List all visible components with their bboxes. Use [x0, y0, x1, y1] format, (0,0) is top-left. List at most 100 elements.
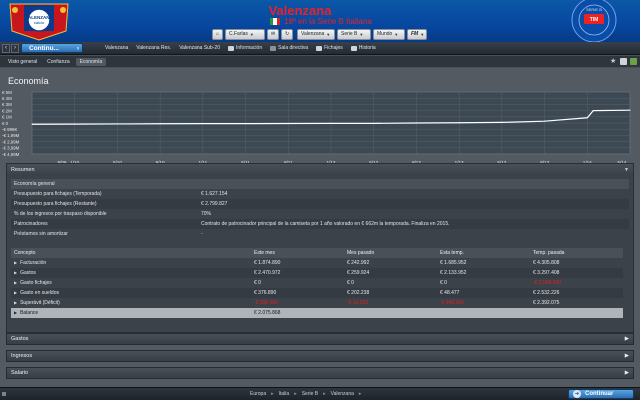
triangle-right-icon: ▶	[14, 290, 18, 295]
transfers-icon	[316, 45, 323, 51]
concept-label: Superávit (Déficit)	[20, 300, 60, 306]
team-selector[interactable]: Valenzana ▼	[297, 28, 335, 40]
svg-text:SERIE B: SERIE B	[586, 7, 602, 12]
nav-link-fichajes[interactable]: Fichajes	[316, 45, 343, 51]
fm-menu-button[interactable]: FM ▼	[407, 28, 427, 40]
world-selector[interactable]: Mundo ▼	[373, 28, 405, 40]
league-position: 18º en la Serie B Italiana	[284, 17, 372, 26]
star-icon[interactable]: ★	[610, 58, 617, 65]
y-tick-label: € 0	[2, 121, 9, 126]
list-item: Préstamos sin amortizar -	[11, 229, 629, 239]
main-content: Economía € 5M € 4M € 3M € 2M € 1M € 0 -€ 999K -…	[0, 68, 640, 388]
general-economy-list: Economía general Presupuesto para fichaj…	[11, 179, 629, 239]
y-tick-label: -€ 3,99M	[2, 146, 20, 151]
y-tick-label: -€ 1,99M	[2, 133, 20, 138]
league-selector[interactable]: Serie B ▼	[337, 28, 371, 40]
section-title: Gastos	[11, 336, 29, 342]
column-header[interactable]: Temp. pasada	[530, 248, 623, 258]
chevron-right-icon: ›	[76, 44, 79, 52]
breadcrumb-item[interactable]: Valenzana	[331, 391, 354, 397]
list-item: Patrocinadores Contrato de patrocinador p…	[11, 219, 629, 229]
value-cell: € 2.470.972	[251, 268, 344, 278]
chevron-right-icon: ▶	[624, 353, 629, 359]
chevron-down-icon: ▼	[249, 31, 254, 37]
manager-name: C.Farlas	[229, 31, 248, 37]
nav-link-historia[interactable]: Historia	[350, 45, 376, 51]
row-label: Patrocinadores	[14, 221, 48, 227]
chart-point	[586, 117, 588, 119]
column-header[interactable]: Concepto	[11, 248, 251, 258]
serie-b-logo: TIM SERIE B	[571, 0, 617, 42]
concept-label: Balance	[20, 310, 39, 316]
nav-link-valenzana[interactable]: Valenzana	[105, 45, 128, 51]
row-value: -	[201, 231, 203, 237]
continue-button[interactable]: Continu... ›	[21, 43, 83, 53]
row-label: Presupuesto para fichajes (Temporada)	[14, 191, 102, 197]
print-icon[interactable]	[620, 58, 627, 65]
continue-label: Continu...	[29, 44, 59, 52]
nav-link-label: Sala directiva	[278, 45, 309, 51]
nav-link-valenzana-sub20[interactable]: Valenzana Sub-20	[179, 45, 220, 51]
list-item: Presupuesto para fichajes (Restante) € 2.…	[11, 199, 629, 209]
nav-link-informacion[interactable]: Información	[227, 45, 262, 51]
value-cell: € 1.685.952	[440, 260, 467, 266]
section-gastos[interactable]: Gastos ▶	[6, 333, 634, 345]
chart-point	[202, 123, 204, 125]
chart-point	[592, 110, 594, 112]
table-row[interactable]: ▶ Gasto fichajes € 0 € 0 € 0 -€ 2.048.000	[11, 278, 623, 288]
triangle-right-icon: ▶	[14, 270, 18, 275]
refresh-icon[interactable]	[630, 58, 637, 65]
tab-economia[interactable]: Economía	[75, 57, 107, 66]
chart-point	[74, 123, 76, 125]
sub-nav-bar: Visto general Confianza Economía ★	[0, 56, 640, 67]
nav-link-valenzana-res[interactable]: Valenzana Res.	[136, 45, 171, 51]
value-cell: € 0	[347, 280, 354, 286]
column-header[interactable]: Mes pasado	[344, 248, 437, 258]
section-title: Ingresos	[11, 353, 33, 359]
value-cell: € 4.305.808	[533, 260, 560, 266]
forward-arrow-icon[interactable]: ›	[11, 43, 19, 53]
breadcrumb-item[interactable]: Europa	[250, 391, 266, 397]
column-header[interactable]: Esta temp.	[437, 248, 530, 258]
continue-button-bottom[interactable]: ➜ Continuar	[568, 389, 634, 399]
tab-visto-general[interactable]: Visto general	[4, 58, 41, 66]
home-button[interactable]: ⌂	[212, 28, 223, 40]
y-tick-label: € 1M	[2, 115, 12, 120]
resumen-header[interactable]: Resumen ▼	[7, 164, 633, 176]
section-salario[interactable]: Salario ▶	[6, 367, 634, 379]
chart-point	[116, 123, 118, 125]
tab-confianza[interactable]: Confianza	[43, 58, 74, 66]
chevron-down-icon: ▼	[326, 31, 331, 37]
svg-text:calcio: calcio	[34, 20, 45, 25]
table-row[interactable]: ▶ Superávit (Déficit) -€ 596.082 -€ 16.93…	[11, 298, 623, 308]
table-row[interactable]: ▶ Gastos € 2.470.972 € 259.924 € 2.133.95…	[11, 268, 623, 278]
concept-label: Gastos	[20, 270, 36, 276]
value-cell: € 259.924	[344, 268, 437, 278]
notification-button[interactable]: ↻	[281, 28, 293, 40]
chart-point	[458, 122, 460, 124]
value-cell: € 202.238	[344, 288, 437, 298]
section-ingresos[interactable]: Ingresos ▶	[6, 350, 634, 362]
concept-cell: ▶ Gasto en sueldos	[11, 288, 251, 298]
table-row-selected[interactable]: ▶ Balance € 2.075.868	[11, 308, 623, 318]
back-arrow-icon[interactable]: ‹	[2, 43, 10, 53]
chart-point	[373, 122, 375, 124]
y-tick-label: -€ 999K	[2, 127, 17, 132]
mail-button[interactable]: ✉	[267, 28, 279, 40]
club-header: VALENZANA calcio Valenzana 18º en la Ser…	[0, 0, 640, 42]
chevron-right-icon: ▶	[624, 336, 629, 342]
continue-label: Continuar	[585, 391, 614, 397]
chevron-down-icon: ▼	[420, 31, 425, 37]
breadcrumb-item[interactable]: Serie B	[302, 391, 318, 397]
table-row[interactable]: ▶ Facturación € 1.874.890 € 242.992 € 1.6…	[11, 258, 623, 268]
manager-selector[interactable]: C.Farlas ▼	[225, 28, 265, 40]
nav-link-sala-directiva[interactable]: Sala directiva	[270, 45, 308, 51]
value-cell: € 242.992	[347, 260, 370, 266]
row-value: € 2.799.827	[201, 201, 228, 207]
nav-link-label: Valenzana Sub-20	[179, 45, 220, 51]
value-cell: € 1.874.890	[254, 260, 281, 266]
chevron-down-icon: ▼	[359, 31, 364, 37]
breadcrumb-item[interactable]: Italia	[279, 391, 290, 397]
column-header[interactable]: Este mes	[251, 248, 344, 258]
table-row[interactable]: ▶ Gasto en sueldos € 376.890 € 202.238 € …	[11, 288, 623, 298]
